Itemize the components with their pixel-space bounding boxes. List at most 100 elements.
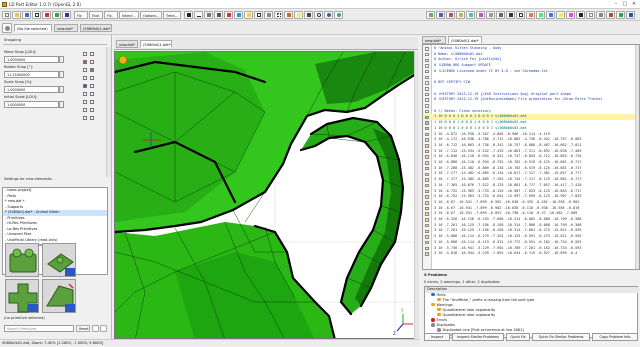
- quick-fix-similar-button[interactable]: Quick Fix Similar Problems: [532, 333, 590, 341]
- eval-button[interactable]: Eval.: [89, 10, 103, 19]
- color3-icon[interactable]: [244, 10, 253, 19]
- treks-button[interactable]: Treks...: [163, 10, 181, 19]
- move-snap-field[interactable]: 1.0000000: [4, 56, 59, 63]
- palette-icon[interactable]: [526, 10, 535, 19]
- initial-scale-stepper[interactable]: [59, 101, 64, 108]
- toggle-checkbox[interactable]: [83, 116, 87, 120]
- search-icon[interactable]: [92, 325, 99, 332]
- help-icon[interactable]: [334, 10, 343, 19]
- select-icon[interactable]: [32, 10, 41, 19]
- toggle-checkbox[interactable]: [83, 84, 87, 88]
- palette8-icon[interactable]: [596, 10, 605, 19]
- toggle-checkbox[interactable]: [83, 108, 87, 112]
- new-icon[interactable]: [2, 10, 11, 19]
- copy-problem-info-button[interactable]: Copy Problem Info: [592, 333, 638, 341]
- toggle-checkbox[interactable]: [90, 60, 94, 64]
- tab-viewport-subpart[interactable]: (5080b0)1.dat*: [140, 40, 172, 48]
- fix2-button[interactable]: Fix.: [104, 10, 118, 19]
- triangle-icon[interactable]: [204, 10, 213, 19]
- rotate-icon[interactable]: [52, 10, 61, 19]
- perspective-icon[interactable]: [486, 10, 495, 19]
- toggle-checkbox[interactable]: [90, 108, 94, 112]
- ortho-icon[interactable]: [496, 10, 505, 19]
- toggle-checkbox[interactable]: [90, 52, 94, 56]
- color-icon[interactable]: [224, 10, 233, 19]
- palette5-icon[interactable]: [566, 10, 575, 19]
- palette10-icon[interactable]: [616, 10, 625, 19]
- snap-indicator-icon[interactable]: [118, 55, 128, 65]
- scale-icon[interactable]: [62, 10, 71, 19]
- inspect-similar-button[interactable]: Inspect Similar Problems: [452, 333, 504, 341]
- move-snap-stepper[interactable]: [59, 56, 64, 63]
- tab-no-file[interactable]: (No file selected): [14, 24, 52, 32]
- view-back-icon[interactable]: [436, 10, 445, 19]
- fix-button[interactable]: Fix: [74, 10, 88, 19]
- code-line[interactable]: 3 16 -4.816 -16.944 -5.239 -7.891 -16.64…: [423, 251, 639, 257]
- toggle-checkbox[interactable]: [90, 84, 94, 88]
- search-primitives-input[interactable]: Search Primitives: [4, 325, 74, 332]
- grid-icon[interactable]: [274, 10, 283, 19]
- palette9-icon[interactable]: [606, 10, 615, 19]
- minimize-button[interactable]: –: [612, 1, 620, 7]
- scale-snap-stepper[interactable]: [59, 86, 64, 93]
- toggle-checkbox[interactable]: [83, 68, 87, 72]
- fullscreen-icon[interactable]: [516, 10, 525, 19]
- view-front-icon[interactable]: [426, 10, 435, 19]
- info-icon[interactable]: [324, 10, 333, 19]
- reset-view-icon[interactable]: [506, 10, 515, 19]
- viewport-scrollbar[interactable]: [414, 51, 419, 339]
- reset-button[interactable]: Reset: [76, 325, 90, 332]
- quick-fix-button[interactable]: Quick Fix: [506, 333, 530, 341]
- primitive-thumb-4[interactable]: [42, 279, 76, 313]
- text-editor[interactable]: 0 ~Animal Kitten Standing - body 0 Name: …: [422, 44, 640, 270]
- initial-scale-field[interactable]: 1.0000000: [4, 101, 59, 108]
- rotate-snap-field[interactable]: 11.25000000: [4, 71, 59, 78]
- tab-new-dat[interactable]: new.dat*: [54, 24, 78, 32]
- shaded-icon[interactable]: [264, 10, 273, 19]
- options-button[interactable]: Options...: [140, 10, 162, 19]
- problems-list[interactable]: Description Hints The "Unofficial_" prefi…: [424, 286, 639, 338]
- rotate-snap-stepper[interactable]: [59, 71, 64, 78]
- palette7-icon[interactable]: [586, 10, 595, 19]
- toggle-checkbox[interactable]: [90, 116, 94, 120]
- line-icon[interactable]: [194, 10, 203, 19]
- 3d-viewport[interactable]: X Y Z: [114, 51, 418, 339]
- toggle-checkbox[interactable]: [83, 52, 87, 56]
- color2-icon[interactable]: [234, 10, 243, 19]
- zoom-icon[interactable]: [314, 10, 323, 19]
- save-icon[interactable]: [22, 10, 31, 19]
- editor-scrollbar[interactable]: [635, 45, 639, 269]
- tab-editor-subpart[interactable]: (5080b0)1.dat*: [448, 36, 482, 44]
- move-icon[interactable]: [42, 10, 51, 19]
- toggle-checkbox[interactable]: [83, 60, 87, 64]
- maximize-button[interactable]: □: [621, 1, 629, 7]
- primitive-thumb-3[interactable]: [5, 279, 39, 313]
- toggle-checkbox[interactable]: [83, 76, 87, 80]
- open-icon[interactable]: [12, 10, 21, 19]
- palette4-icon[interactable]: [556, 10, 565, 19]
- tab-editor-new[interactable]: new.dat*: [422, 36, 446, 44]
- palette6-icon[interactable]: [576, 10, 585, 19]
- toggle-checkbox[interactable]: [83, 92, 87, 96]
- tab-subpart-dat[interactable]: (5080b0)1.dat*: [80, 24, 112, 32]
- toggle-checkbox[interactable]: [90, 68, 94, 72]
- inspect-button[interactable]: Inspect: [424, 333, 450, 341]
- primitive-thumb-1[interactable]: [5, 243, 39, 277]
- view-top-icon[interactable]: [466, 10, 475, 19]
- settings-icon[interactable]: [100, 325, 107, 332]
- wireframe-icon[interactable]: [254, 10, 263, 19]
- scale-snap-field[interactable]: 1.0000000: [4, 86, 59, 93]
- view-bottom-icon[interactable]: [476, 10, 485, 19]
- primitive-thumb-2[interactable]: [42, 243, 76, 277]
- light-icon[interactable]: [294, 10, 303, 19]
- vertex-icon[interactable]: [184, 10, 193, 19]
- gear-icon[interactable]: [2, 23, 12, 33]
- toggle-checkbox[interactable]: [90, 100, 94, 104]
- view-left-icon[interactable]: [446, 10, 455, 19]
- sidebar-scrollbar[interactable]: [106, 47, 111, 177]
- select-menu-button[interactable]: Select...: [119, 10, 139, 19]
- palette3-icon[interactable]: [546, 10, 555, 19]
- camera-icon[interactable]: [304, 10, 313, 19]
- quad-icon[interactable]: [214, 10, 223, 19]
- palette2-icon[interactable]: [536, 10, 545, 19]
